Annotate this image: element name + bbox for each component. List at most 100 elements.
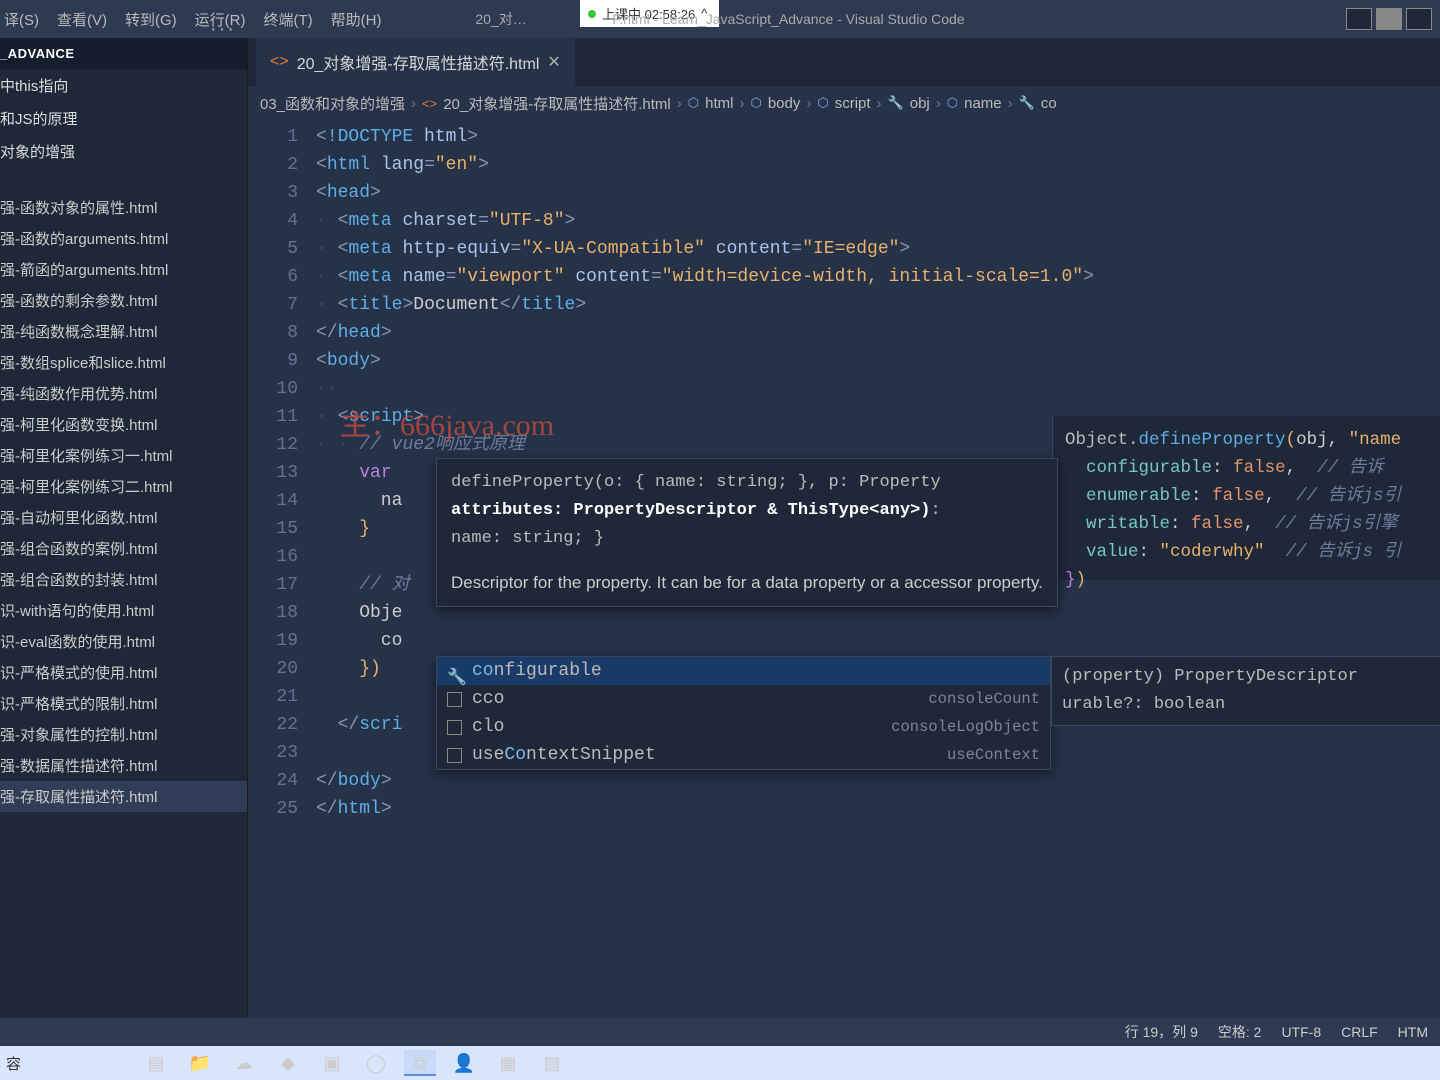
breadcrumb[interactable]: 03_函数和对象的增强 › <> 20_对象增强-存取属性描述符.html › …: [248, 86, 1440, 120]
autocomplete-popup[interactable]: 🔧configurableccoconsoleCountcloconsoleLo…: [436, 656, 1051, 770]
sidebar-file[interactable]: 强-自动柯里化函数.html: [0, 502, 247, 533]
box-icon: [447, 720, 462, 735]
wrench-icon: 🔧: [447, 664, 462, 679]
bc-folder[interactable]: 03_函数和对象的增强: [260, 93, 405, 114]
sidebar-file[interactable]: 强-纯函数概念理解.html: [0, 316, 247, 347]
suggest-item[interactable]: ccoconsoleCount: [437, 685, 1050, 713]
tab-active[interactable]: <> 20_对象增强-存取属性描述符.html ✕: [256, 38, 575, 86]
suggest-item[interactable]: 🔧configurable: [437, 657, 1050, 685]
suggest-label: clo: [472, 713, 504, 741]
bc-obj[interactable]: obj: [910, 95, 930, 112]
task-icon-7[interactable]: 👤: [448, 1050, 480, 1076]
pv-l4: writable: false, // 告诉js引擎: [1065, 510, 1428, 538]
chevron-right-icon: ›: [411, 95, 416, 112]
task-icon-vscode[interactable]: ⧉: [404, 1050, 436, 1076]
bc-body[interactable]: body: [768, 95, 801, 112]
element-icon: ⬡: [817, 95, 828, 111]
bc-name[interactable]: name: [964, 95, 1002, 112]
sig-line-1: defineProperty(o: { name: string; }, p: …: [451, 469, 1043, 497]
suggest-item[interactable]: cloconsoleLogObject: [437, 713, 1050, 741]
sig-description: Descriptor for the property. It can be f…: [451, 571, 1043, 596]
menu-view[interactable]: 查看(V): [57, 9, 107, 30]
pv-l2: configurable: false, // 告诉: [1065, 454, 1428, 482]
bc-co[interactable]: co: [1041, 95, 1057, 112]
box-icon: [447, 692, 462, 707]
menu-terminal[interactable]: 终端(T): [264, 9, 313, 30]
taskbar[interactable]: 容 ▤ 📁 ☁ ◆ ▣ ◯ ⧉ 👤 ▦ ▧: [0, 1046, 1440, 1080]
panel-right-icon[interactable]: [1406, 8, 1432, 30]
close-icon[interactable]: ✕: [547, 52, 560, 72]
wrench-icon: 🔧: [888, 95, 904, 111]
panel-bottom-icon[interactable]: [1376, 8, 1402, 30]
sidebar-file[interactable]: 强-组合函数的案例.html: [0, 533, 247, 564]
chevron-right-icon: ›: [1008, 95, 1013, 112]
panel-left-icon[interactable]: [1346, 8, 1372, 30]
pv-l6: }): [1065, 566, 1428, 594]
suggest-item[interactable]: useContextSnippetuseContext: [437, 741, 1050, 769]
task-icon-8[interactable]: ▦: [492, 1050, 524, 1076]
status-lang[interactable]: HTM: [1398, 1024, 1428, 1040]
task-icon-2[interactable]: ☁: [228, 1050, 260, 1076]
status-spaces[interactable]: 空格: 2: [1218, 1022, 1262, 1042]
sidebar-file[interactable]: 强-箭函的arguments.html: [0, 254, 247, 285]
bc-file[interactable]: 20_对象增强-存取属性描述符.html: [443, 93, 671, 114]
sidebar-file[interactable]: 强-数组splice和slice.html: [0, 347, 247, 378]
status-position[interactable]: 行 19，列 9: [1125, 1022, 1198, 1042]
status-eol[interactable]: CRLF: [1341, 1024, 1378, 1040]
chevron-right-icon: ›: [739, 95, 744, 112]
sidebar-file[interactable]: 强-存取属性描述符.html: [0, 781, 247, 812]
sig-colon: :: [930, 501, 940, 520]
element-icon: ⬡: [750, 95, 761, 111]
task-icon-0[interactable]: ▤: [140, 1050, 172, 1076]
sidebar-file[interactable]: 识-严格模式的使用.html: [0, 657, 247, 688]
sidebar-file[interactable]: 强-柯里化案例练习一.html: [0, 440, 247, 471]
sidebar-file[interactable]: 强-对象属性的控制.html: [0, 719, 247, 750]
sidebar-folder[interactable]: 对象的增强: [0, 135, 247, 168]
sidebar-file[interactable]: 识-with语句的使用.html: [0, 595, 247, 626]
editor-area: <> 20_对象增强-存取属性描述符.html ✕ 03_函数和对象的增强 › …: [248, 38, 1440, 1018]
sidebar-file[interactable]: 强-数据属性描述符.html: [0, 750, 247, 781]
editor-overflow-icon[interactable]: ···: [210, 38, 236, 41]
status-encoding[interactable]: UTF-8: [1281, 1024, 1321, 1040]
task-icon-9[interactable]: ▧: [536, 1050, 568, 1076]
sidebar-file[interactable]: 识-严格模式的限制.html: [0, 688, 247, 719]
code-editor[interactable]: 1234567891011121314151617181920212223242…: [248, 120, 1440, 1018]
bc-script[interactable]: script: [835, 95, 871, 112]
task-icon-4[interactable]: ▣: [316, 1050, 348, 1076]
wrench-icon: 🔧: [1019, 95, 1035, 111]
box-icon: [447, 748, 462, 763]
sidebar-file[interactable]: 强-纯函数作用优势.html: [0, 378, 247, 409]
task-icon-explorer[interactable]: 📁: [184, 1050, 216, 1076]
sidebar-file[interactable]: 强-组合函数的封装.html: [0, 564, 247, 595]
sidebar-file[interactable]: 强-函数对象的属性.html: [0, 192, 247, 223]
pv-l5: value: "coderwhy" // 告诉js 引: [1065, 538, 1428, 566]
window-title: 20_对… F.html - Learn_JavaScript_Advance …: [475, 9, 964, 29]
sidebar-file[interactable]: 识-eval函数的使用.html: [0, 626, 247, 657]
line-gutter: 1234567891011121314151617181920212223242…: [248, 120, 316, 1018]
tabs-row: <> 20_对象增强-存取属性描述符.html ✕: [248, 38, 1440, 86]
project-root[interactable]: _ADVANCE: [0, 38, 247, 69]
element-icon: ⬡: [947, 95, 958, 111]
signature-help-popup: defineProperty(o: { name: string; }, p: …: [436, 458, 1058, 607]
chevron-right-icon: ›: [806, 95, 811, 112]
suggest-alias: useContext: [947, 741, 1040, 769]
menu-goto[interactable]: 转到(G): [125, 9, 177, 30]
sidebar-file[interactable]: 强-函数的剩余参数.html: [0, 285, 247, 316]
element-icon: ⬡: [688, 95, 699, 111]
title-suffix: F.html - Learn_JavaScript_Advance - Visu…: [612, 11, 964, 27]
pv-l1: Object.defineProperty(obj, "name: [1065, 426, 1428, 454]
explorer-sidebar[interactable]: ··· _ADVANCE 中this指向和JS的原理对象的增强 强-函数对象的属…: [0, 38, 248, 1018]
sidebar-file[interactable]: 强-函数的arguments.html: [0, 223, 247, 254]
task-icon-3[interactable]: ◆: [272, 1050, 304, 1076]
layout-controls: [1346, 8, 1432, 30]
menu-select[interactable]: 译(S): [4, 9, 39, 30]
sidebar-file[interactable]: 强-柯里化案例练习二.html: [0, 471, 247, 502]
menu-help[interactable]: 帮助(H): [331, 9, 382, 30]
bc-html[interactable]: html: [705, 95, 733, 112]
sidebar-folder[interactable]: 和JS的原理: [0, 102, 247, 135]
task-icon-chrome[interactable]: ◯: [360, 1050, 392, 1076]
sidebar-folder[interactable]: 中this指向: [0, 69, 247, 102]
autocomplete-doc: (property) PropertyDescriptorurable?: bo…: [1051, 656, 1440, 726]
sidebar-file[interactable]: 强-柯里化函数变换.html: [0, 409, 247, 440]
statusbar: 行 19，列 9 空格: 2 UTF-8 CRLF HTM: [0, 1018, 1440, 1046]
